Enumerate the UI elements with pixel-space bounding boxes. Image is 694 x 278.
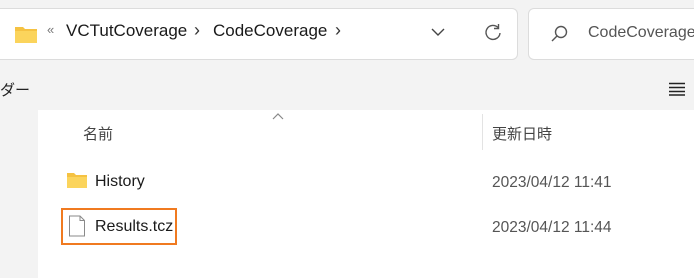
folder-icon bbox=[15, 27, 37, 43]
search-box[interactable]: CodeCoverage bbox=[528, 8, 694, 60]
menu-icon[interactable] bbox=[668, 82, 686, 96]
file-name[interactable]: History bbox=[95, 173, 145, 191]
breadcrumb-overflow-button[interactable]: « bbox=[47, 22, 54, 37]
folder-icon bbox=[67, 173, 87, 188]
address-bar[interactable]: « VCTutCoverage › CodeCoverage › bbox=[0, 8, 518, 60]
file-list[interactable] bbox=[38, 110, 694, 278]
chevron-down-icon[interactable] bbox=[431, 27, 445, 37]
refresh-icon[interactable] bbox=[483, 23, 503, 43]
file-date: 2023/04/12 11:41 bbox=[492, 174, 612, 191]
toolbar-label: ダー bbox=[0, 82, 31, 99]
toolbar bbox=[0, 68, 694, 110]
navigation-pane bbox=[0, 110, 38, 278]
breadcrumb-vctutcoverage[interactable]: VCTutCoverage bbox=[66, 21, 187, 41]
sort-ascending-icon bbox=[272, 113, 284, 120]
column-divider[interactable] bbox=[482, 114, 483, 150]
search-icon bbox=[551, 25, 568, 42]
highlight-box bbox=[61, 208, 177, 245]
column-header-date-modified[interactable]: 更新日時 bbox=[492, 123, 552, 144]
breadcrumb-codecoverage[interactable]: CodeCoverage bbox=[213, 21, 327, 41]
file-date: 2023/04/12 11:44 bbox=[492, 219, 612, 236]
search-placeholder: CodeCoverage bbox=[588, 24, 694, 41]
breadcrumb-separator[interactable]: › bbox=[194, 20, 200, 41]
column-header-name[interactable]: 名前 bbox=[83, 123, 113, 144]
breadcrumb-separator[interactable]: › bbox=[335, 20, 341, 41]
